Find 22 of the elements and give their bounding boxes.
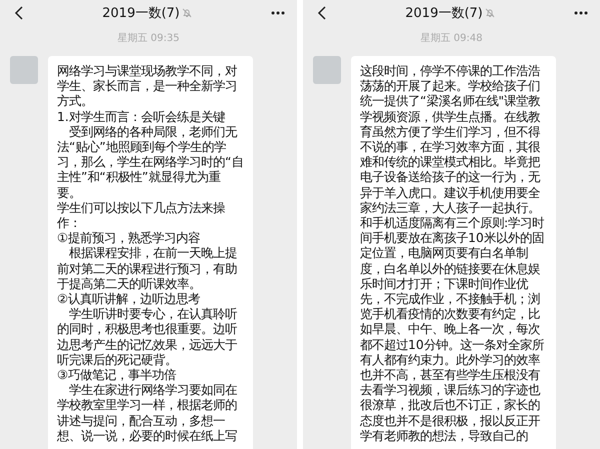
message-paragraph: 和手机适度隔离有三个原则:学习时间手机要放在离孩子10米以外的固定位置，电脑网页要有白名单制度，白名单以外的链接要在休息娱乐时间才打开；下课时间作业优先，不完成作业，不接触手机；浏览手机看疫情的次数要有约定，比如早晨、中午、晚上各一次，每次都不超过10分钟。这一条对全家所有人都有约束力。此外学习的效率也并不高，甚至有些学生压根没有去看学习视频，课后练习的字迹也很潦草，批改后也不订正，家长的态度也并不是很积极，报以反正开学有老师教的想法，导致自己的 xyxy=(360,215,546,444)
message-paragraph: ③巧做笔记，事半功倍 xyxy=(57,367,178,382)
message-paragraph: 受到网络的各种局限，老师们无法“贴心”地照顾到每个学生的学习，那么，学生在网络学习时的“自主性”和“积极性”就显得尤为重要。 xyxy=(57,124,244,200)
message-timestamp: 星期五 09:35 xyxy=(118,32,180,45)
back-icon[interactable] xyxy=(14,6,23,20)
message-paragraph: 学生们可以按以下几点方法来操作： xyxy=(57,200,226,230)
message-paragraph: 网络学习与课堂现场教学不同，对学生、家长而言，是一种全新学习方式。 xyxy=(57,63,238,109)
message-paragraph: 根据课程安排，在前一天晚上提前对第二天的课程进行预习，有助于提高第二天的听课效率。 xyxy=(57,245,238,292)
message-paragraph: 这段时间，停学不停课的工作浩浩荡荡的开展了起来。学校给孩子们统一提供了“梁溪名师在线"课堂教学视频资源，供学生点播。在线教育虽然方便了学生们学习，但不得不说的事，在学习效率方面，其很难和传统的课堂模式相比。毕竟把电子设备送给孩子的这一行为，无异于羊入虎口。建议手机使用要全家约法三章，大人孩子一起执行。 xyxy=(360,63,542,216)
muted-bell-icon xyxy=(484,8,495,18)
message-paragraph: ①提前预习，熟悉学习内容 xyxy=(57,230,202,246)
message-paragraph: ②认真听讲解，边听边思考 xyxy=(57,291,202,306)
message-paragraph: 学生在家进行网络学习要如同在学校教室里学习一样，根据老师的讲述与提问，配合互动，多想一想、说一说，必要的时候在纸上写 xyxy=(57,382,238,444)
back-icon[interactable] xyxy=(317,6,326,20)
chat-title: 2019一数(7) xyxy=(405,5,483,22)
message-paragraph: 1.对学生而言：会听会练是关键 xyxy=(57,108,226,124)
message-paragraph: 学生听讲时要专心，在认真聆听的同时，积极思考也很重要。边听边思考产生的记忆效果，远远大于听完课后的死记硬背。 xyxy=(57,306,238,368)
chat-title: 2019一数(7) xyxy=(102,5,180,22)
more-icon[interactable] xyxy=(574,11,588,15)
more-icon[interactable] xyxy=(271,11,285,15)
message-timestamp: 星期五 09:48 xyxy=(420,32,482,45)
muted-bell-icon xyxy=(182,8,192,18)
